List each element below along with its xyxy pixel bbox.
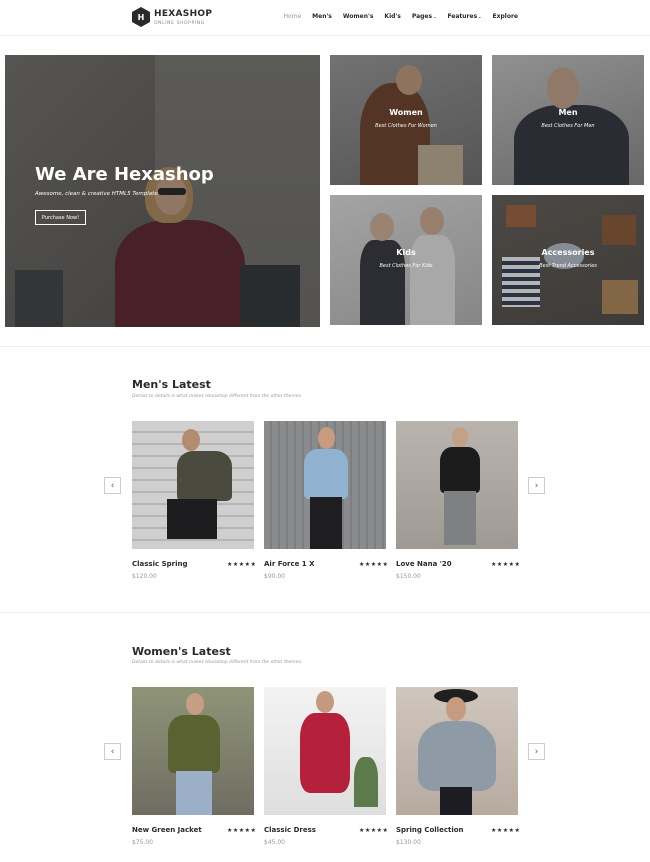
hero-subtitle: Awesome, clean & creative HTML5 Template [35,191,158,197]
model-jeans [176,771,212,815]
star-rating-icon: ★★★★★ [359,827,389,834]
product-price: $120.00 [132,573,157,580]
purchase-now-button[interactable]: Purchase Now! [35,210,86,225]
nav-womens[interactable]: Women's [343,13,374,20]
tile-title: Accessories [541,248,595,257]
product-card-image[interactable] [396,421,518,549]
chevron-right-icon: › [534,480,539,491]
brand-name: HEXASHOP [154,8,213,19]
product-name[interactable]: Air Force 1 X [264,560,315,568]
product-price: $75.00 [132,839,153,846]
nav-home[interactable]: Home [283,13,301,20]
nav-features-label: Features [447,13,478,20]
model-dress [300,713,350,793]
star-rating-icon: ★★★★★ [227,561,257,568]
womens-section-subtitle: Details to details is what makes Hexasho… [132,660,303,665]
tile-subtitle: Best Clothes For Kids [379,263,433,269]
model-jacket [168,715,220,773]
tile-overlay [492,195,644,325]
model-face [186,693,204,715]
tile-title: Kids [396,248,416,257]
tile-subtitle: Best Clothes For Men [541,123,595,129]
section-divider [0,346,650,347]
hexagon-logo-icon: H [132,7,150,27]
section-divider [0,612,650,613]
product-card-image[interactable] [396,687,518,815]
model-pants [310,497,342,549]
product-name[interactable]: Love Nana '20 [396,560,452,568]
model-face [318,427,335,449]
hero-banner: We Are Hexashop Awesome, clean & creativ… [5,55,320,327]
nav-explore[interactable]: Explore [493,13,518,20]
model-jacket [304,449,348,499]
nav-features[interactable]: Features⌄ [447,13,481,20]
model-pants [167,499,217,539]
tile-overlay [492,55,644,185]
product-card-image[interactable] [132,687,254,815]
star-rating-icon: ★★★★★ [491,827,521,834]
model-poncho [418,721,496,791]
mens-next-button[interactable]: › [528,477,545,494]
site-logo[interactable]: H HEXASHOP ONLINE SHOPPING [132,7,212,27]
brand-tagline: ONLINE SHOPPING [154,20,205,26]
nav-pages-label: Pages [411,13,433,20]
product-card-image[interactable] [132,421,254,549]
model-face [452,427,468,447]
site-header: H HEXASHOP ONLINE SHOPPING Home Men's Wo… [0,0,650,36]
product-name[interactable]: New Green Jacket [132,826,202,834]
model-face [182,429,200,451]
tile-title: Women [389,108,423,117]
mens-section-subtitle: Details to details is what makes Hexasho… [132,394,303,399]
model-face [316,691,334,713]
chevron-left-icon: ‹ [110,480,115,491]
star-rating-icon: ★★★★★ [227,827,257,834]
hero-title: We Are Hexashop [35,164,214,185]
star-rating-icon: ★★★★★ [359,561,389,568]
mens-section-title: Men's Latest [132,378,211,391]
womens-prev-button[interactable]: ‹ [104,743,121,760]
plant-image [354,757,378,807]
star-rating-icon: ★★★★★ [491,561,521,568]
product-price: $90.00 [264,573,285,580]
category-tile-accessories[interactable]: Accessories Best Trend Accessories [492,195,644,325]
tile-subtitle: Best Trend Accessories [539,263,597,269]
model-sweater [440,447,480,493]
tile-subtitle: Best Clothes For Women [375,123,437,129]
product-price: $130.00 [396,839,421,846]
model-pants [444,491,476,545]
chevron-down-icon: ⌄ [478,14,482,19]
product-price: $150.00 [396,573,421,580]
model-jacket [177,451,232,501]
category-tile-men[interactable]: Men Best Clothes For Men [492,55,644,185]
product-price: $45.00 [264,839,285,846]
chevron-right-icon: › [534,746,539,757]
product-name[interactable]: Classic Spring [132,560,187,568]
tile-overlay [330,55,482,185]
category-tile-women[interactable]: Women Best Clothes For Women [330,55,482,185]
main-nav: Home Men's Women's Kid's Pages⌄ Features… [283,13,518,20]
womens-section-title: Women's Latest [132,645,231,658]
nav-mens[interactable]: Men's [312,13,332,20]
product-name[interactable]: Spring Collection [396,826,464,834]
chevron-down-icon: ⌄ [433,14,437,19]
mens-prev-button[interactable]: ‹ [104,477,121,494]
tile-title: Men [558,108,578,117]
nav-kids[interactable]: Kid's [384,13,400,20]
chevron-left-icon: ‹ [110,746,115,757]
product-card-image[interactable] [264,687,386,815]
product-card-image[interactable] [264,421,386,549]
category-tile-kids[interactable]: Kids Best Clothes For Kids [330,195,482,325]
model-pants [440,787,472,815]
model-face [446,697,466,721]
womens-next-button[interactable]: › [528,743,545,760]
nav-pages[interactable]: Pages⌄ [412,13,437,20]
tile-overlay [330,195,482,325]
product-name[interactable]: Classic Dress [264,826,316,834]
